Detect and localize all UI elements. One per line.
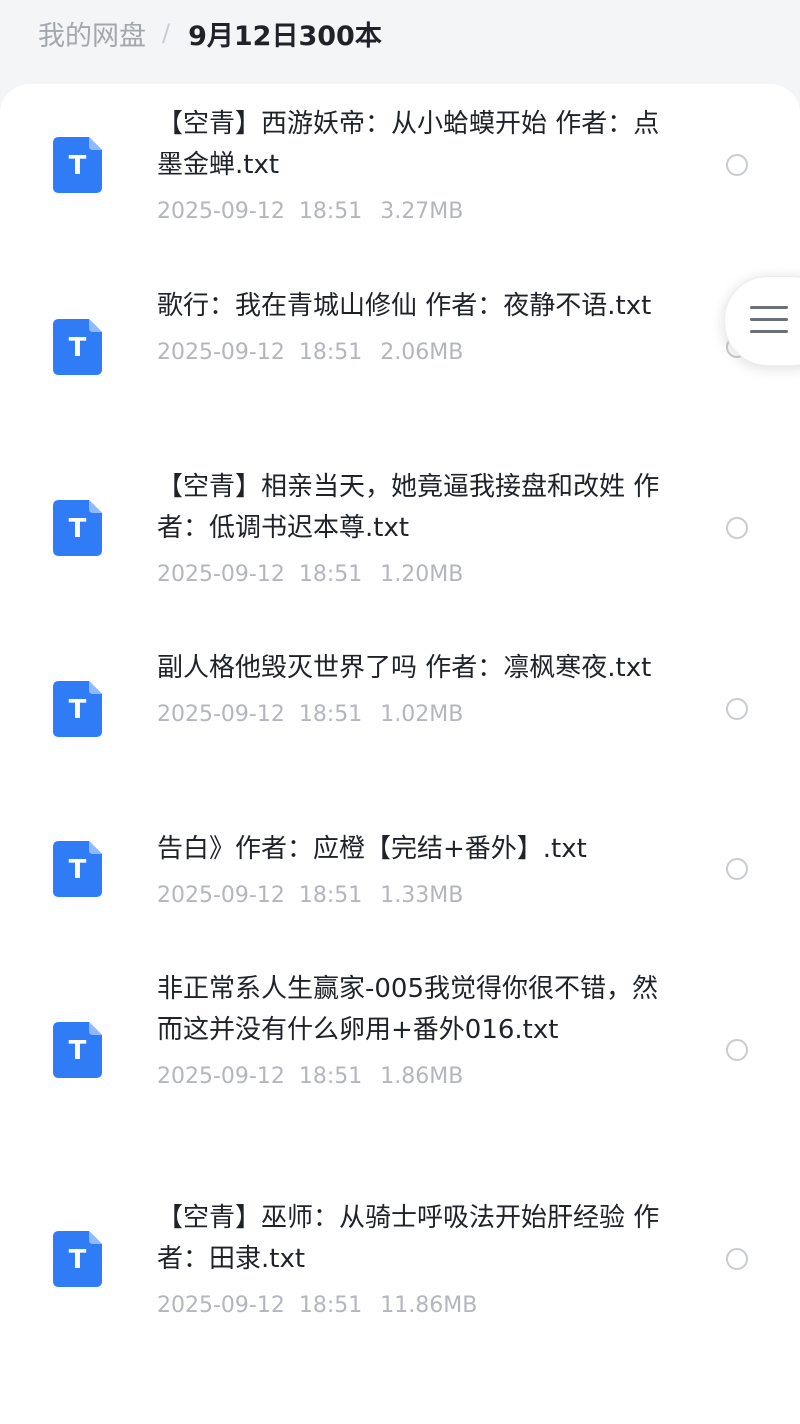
select-checkbox[interactable] — [726, 697, 748, 720]
select-checkbox[interactable] — [726, 153, 748, 176]
file-time: 18:51 — [298, 883, 363, 908]
file-date: 2025-09-12 — [157, 562, 285, 587]
file-time: 18:51 — [298, 340, 363, 365]
file-meta: 2025-09-12 18:51 11.86MB — [157, 1293, 667, 1318]
txt-file-icon-glyph: T — [68, 513, 87, 544]
file-date: 2025-09-12 — [157, 1293, 285, 1318]
file-meta: 2025-09-12 18:51 1.86MB — [157, 1064, 667, 1089]
file-date: 2025-09-12 — [157, 1064, 285, 1089]
breadcrumb: 我的网盘 / 9月12日300本 — [38, 10, 382, 56]
file-row[interactable]: T 【空青】西游妖帝：从小蛤蟆开始 作者：点墨金蝉.txt 2025-09-12 18… — [0, 84, 800, 266]
file-size: 1.20MB — [380, 562, 464, 587]
file-date: 2025-09-12 — [157, 702, 285, 727]
file-row[interactable]: T 非正常系人生赢家-005我觉得你很不错，然而这并没有什么卵用+番外016.tx… — [0, 949, 800, 1178]
file-info: 告白》作者：应橙【完结+番外】.txt 2025-09-12 18:51 1.33MB — [157, 829, 667, 908]
hamburger-menu-icon — [750, 306, 788, 342]
file-row[interactable]: T 副人格他毁灭世界了吗 作者：凛枫寒夜.txt 2025-09-12 18:51 1.… — [0, 628, 800, 809]
breadcrumb-current-folder: 9月12日300本 — [188, 20, 382, 52]
file-info: 【空青】西游妖帝：从小蛤蟆开始 作者：点墨金蝉.txt 2025-09-12 18:… — [157, 104, 667, 224]
file-size: 1.86MB — [380, 1064, 464, 1089]
file-list-panel: T 【空青】西游妖帝：从小蛤蟆开始 作者：点墨金蝉.txt 2025-09-12 18… — [0, 84, 800, 1424]
txt-file-icon: T — [53, 318, 102, 375]
file-name: 歌行：我在青城山修仙 作者：夜静不语.txt — [157, 291, 652, 321]
file-time: 18:51 — [298, 1064, 363, 1089]
file-name: 副人格他毁灭世界了吗 作者：凛枫寒夜.txt — [157, 653, 652, 683]
txt-file-icon: T — [53, 1022, 102, 1078]
txt-file-icon: T — [53, 841, 102, 897]
file-info: 歌行：我在青城山修仙 作者：夜静不语.txt 2025-09-12 18:51 2.0… — [157, 286, 667, 365]
txt-file-icon-glyph: T — [68, 1244, 87, 1275]
file-list: T 【空青】西游妖帝：从小蛤蟆开始 作者：点墨金蝉.txt 2025-09-12 18… — [0, 84, 800, 1359]
file-meta: 2025-09-12 18:51 1.33MB — [157, 883, 667, 908]
file-time: 18:51 — [298, 702, 363, 727]
file-name: 【空青】相亲当天，她竟逼我接盘和改姓 作者：低调书迟本尊.txt — [157, 472, 660, 543]
file-info: 【空青】巫师：从骑士呼吸法开始肝经验 作者：田隶.txt 2025-09-12 18… — [157, 1198, 667, 1318]
file-name: 【空青】巫师：从骑士呼吸法开始肝经验 作者：田隶.txt — [157, 1203, 660, 1274]
txt-file-icon: T — [53, 680, 102, 737]
file-row[interactable]: T 【空青】相亲当天，她竟逼我接盘和改姓 作者：低调书迟本尊.txt 2025-09… — [0, 447, 800, 628]
txt-file-icon: T — [53, 136, 102, 193]
file-meta: 2025-09-12 18:51 3.27MB — [157, 199, 667, 224]
file-size: 1.02MB — [380, 702, 464, 727]
file-size: 3.27MB — [380, 199, 464, 224]
txt-file-icon: T — [53, 499, 102, 556]
file-row[interactable]: T 告白》作者：应橙【完结+番外】.txt 2025-09-12 18:51 1.33M… — [0, 809, 800, 949]
breadcrumb-root[interactable]: 我的网盘 — [38, 14, 146, 53]
txt-file-icon-glyph: T — [68, 332, 87, 363]
select-checkbox[interactable] — [726, 516, 748, 539]
file-date: 2025-09-12 — [157, 883, 285, 908]
file-name: 告白》作者：应橙【完结+番外】.txt — [157, 834, 587, 864]
file-size: 11.86MB — [380, 1293, 478, 1318]
file-meta: 2025-09-12 18:51 2.06MB — [157, 340, 667, 365]
file-meta: 2025-09-12 18:51 1.20MB — [157, 562, 667, 587]
txt-file-icon-glyph: T — [68, 694, 87, 725]
file-name: 【空青】西游妖帝：从小蛤蟆开始 作者：点墨金蝉.txt — [157, 109, 660, 180]
file-info: 【空青】相亲当天，她竟逼我接盘和改姓 作者：低调书迟本尊.txt 2025-09-… — [157, 467, 667, 587]
file-date: 2025-09-12 — [157, 199, 285, 224]
file-size: 2.06MB — [380, 340, 464, 365]
file-info: 非正常系人生赢家-005我觉得你很不错，然而这并没有什么卵用+番外016.txt… — [157, 969, 667, 1089]
file-date: 2025-09-12 — [157, 340, 285, 365]
floating-menu-button[interactable] — [724, 276, 800, 366]
file-time: 18:51 — [298, 1293, 363, 1318]
file-time: 18:51 — [298, 199, 363, 224]
txt-file-icon-glyph: T — [68, 1036, 87, 1066]
file-meta: 2025-09-12 18:51 1.02MB — [157, 702, 667, 727]
file-time: 18:51 — [298, 562, 363, 587]
txt-file-icon-glyph: T — [68, 150, 87, 181]
file-row[interactable]: T 【空青】巫师：从骑士呼吸法开始肝经验 作者：田隶.txt 2025-09-12 1… — [0, 1178, 800, 1359]
txt-file-icon-glyph: T — [68, 855, 87, 885]
file-row[interactable]: T 歌行：我在青城山修仙 作者：夜静不语.txt 2025-09-12 18:51 2.… — [0, 266, 800, 447]
file-name: 非正常系人生赢家-005我觉得你很不错，然而这并没有什么卵用+番外016.txt — [157, 974, 659, 1045]
breadcrumb-separator: / — [162, 19, 171, 47]
select-checkbox[interactable] — [726, 1247, 748, 1270]
file-info: 副人格他毁灭世界了吗 作者：凛枫寒夜.txt 2025-09-12 18:51 1.0… — [157, 648, 667, 727]
select-checkbox[interactable] — [726, 1039, 748, 1061]
file-size: 1.33MB — [380, 883, 464, 908]
txt-file-icon: T — [53, 1230, 102, 1287]
select-checkbox[interactable] — [726, 858, 748, 880]
